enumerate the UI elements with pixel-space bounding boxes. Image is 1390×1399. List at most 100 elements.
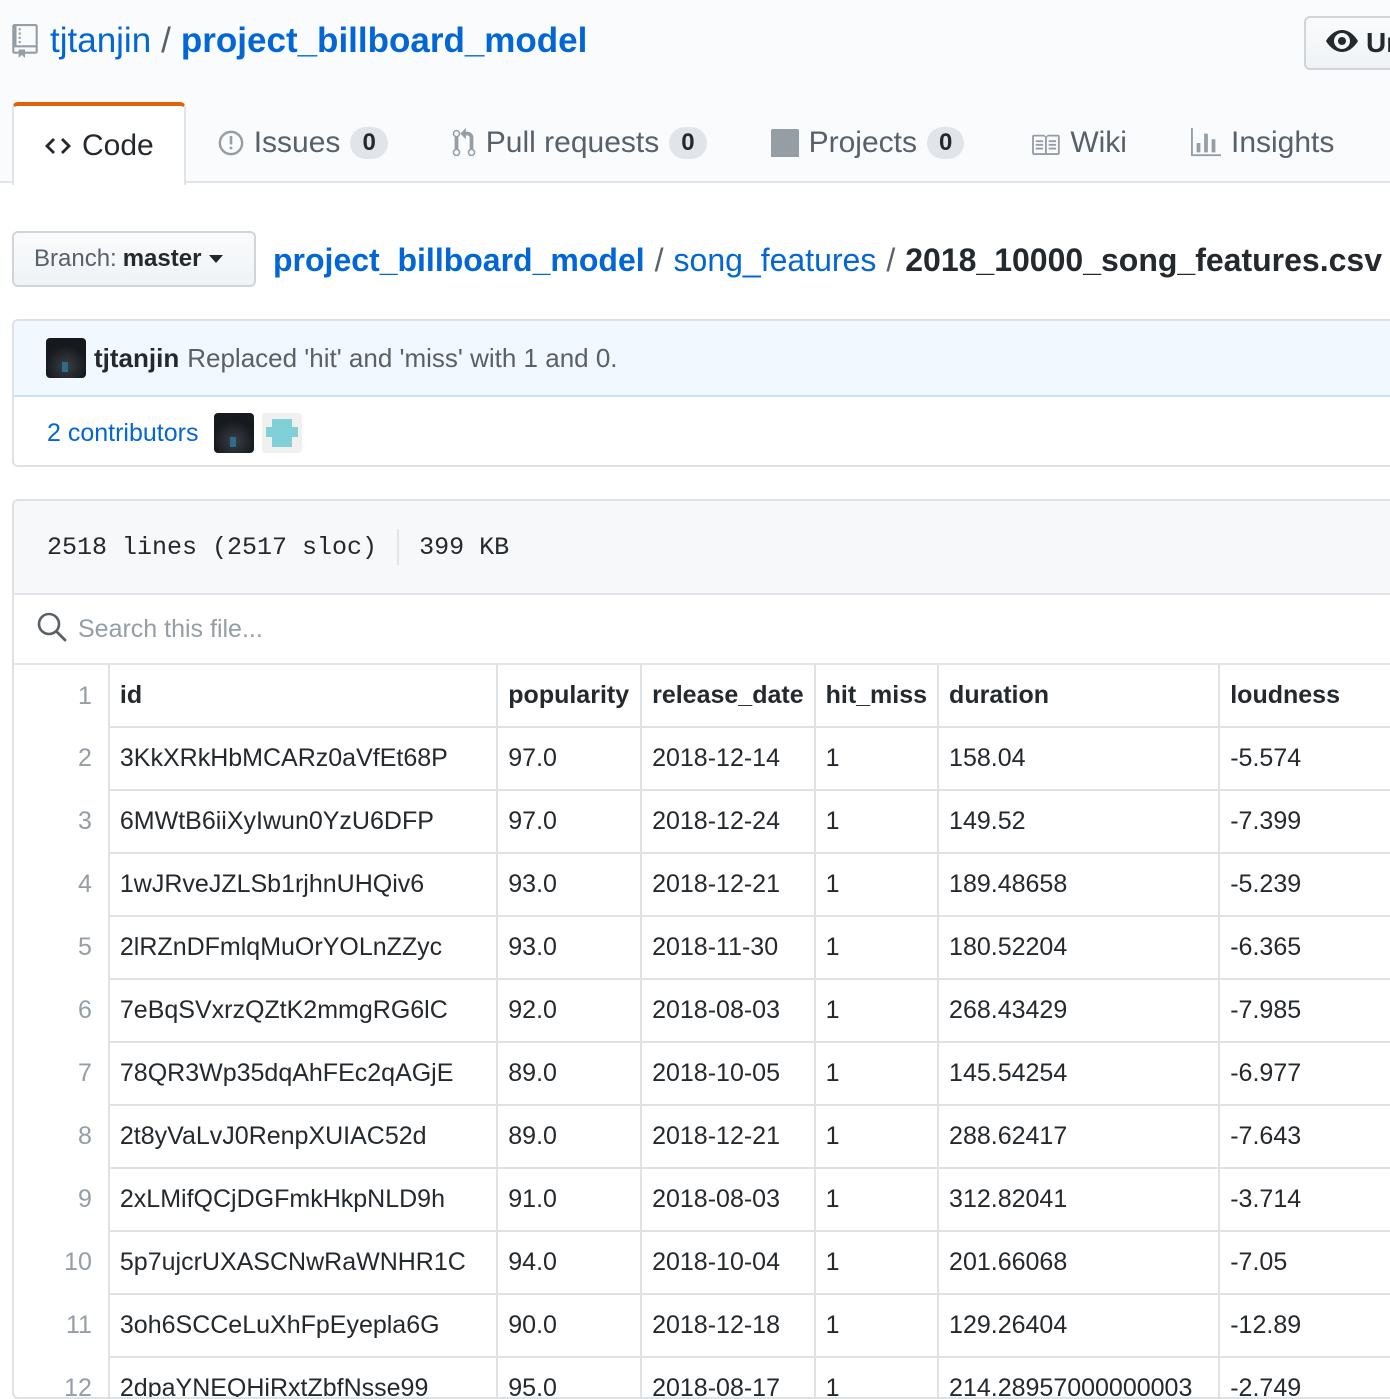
line-number[interactable]: 2 [14,727,110,790]
table-cell: 2018-12-18 [640,1293,816,1358]
table-cell: 90.0 [496,1293,643,1358]
table-cell: 2018-11-30 [640,915,816,980]
breadcrumb-file-name: 2018_10000_song_features.csv [905,241,1382,278]
table-cell: 1wJRveJZLSb1rjhnUHQiv6 [107,852,499,917]
line-number[interactable]: 6 [14,979,110,1042]
table-cell: 3oh6SCCeLuXhFpEyepla6G [107,1293,499,1358]
commit-box: tjtanjin Replaced 'hit' and 'miss' with … [12,319,1390,467]
table-row: 9 2xLMifQCjDGFmkHkpNLD9h 91.0 2018-08-03 1 31… [14,1167,1390,1232]
line-number[interactable]: 9 [14,1168,110,1231]
tab-code[interactable]: Code [12,102,186,185]
table-cell: 2018-12-21 [640,852,816,917]
table-cell: -6.365 [1218,915,1390,980]
contributor-avatar[interactable] [214,413,255,453]
file-header: 2518 lines (2517 sloc) 399 KB [14,501,1390,595]
table-cell: 91.0 [496,1167,643,1232]
contributors-row: 2 contributors [14,397,1390,465]
table-cell: 6MWtB6iiXyIwun0YzU6DFP [107,789,499,854]
tab-insights[interactable]: Insights [1190,102,1335,183]
line-number[interactable]: 12 [14,1357,110,1397]
line-number[interactable]: 11 [14,1294,110,1357]
table-cell: 201.66068 [937,1230,1221,1295]
table-cell: -7.399 [1218,789,1390,854]
repo-name-link[interactable]: project_billboard_model [181,21,587,61]
tab-insights-label: Insights [1230,125,1335,159]
table-cell: 93.0 [496,852,643,917]
column-header: loudness [1218,665,1390,728]
tab-issues[interactable]: Issues 0 [218,102,388,183]
table-cell: 93.0 [496,915,643,980]
issue-opened-icon [218,130,244,156]
table-row: 12 2dpaYNEQHiRxtZbfNsse99 95.0 2018-08-17 1 2… [14,1356,1390,1397]
git-pull-request-icon [452,127,476,158]
table-cell: -7.05 [1218,1230,1390,1295]
line-number[interactable]: 5 [14,916,110,979]
line-number[interactable]: 10 [14,1231,110,1294]
table-cell: -7.985 [1218,978,1390,1043]
table-cell: 1 [813,1104,940,1169]
table-cell: 97.0 [496,727,643,791]
table-cell: 1 [813,1356,940,1397]
table-row: 6 7eBqSVxrzQZtK2mmgRG6lC 92.0 2018-08-03 1 26… [14,978,1390,1043]
table-cell: 2018-12-14 [640,727,816,791]
table-cell: 97.0 [496,789,643,854]
table-row: 7 78QR3Wp35dqAhFEc2qAGjE 89.0 2018-10-05 1 14… [14,1041,1390,1106]
file-search-bar [14,595,1390,665]
tab-projects-label: Projects [808,125,917,159]
column-header: release_date [640,665,816,728]
branch-prefix: Branch: [34,245,117,272]
table-cell: 2018-10-05 [640,1041,816,1106]
table-row: 4 1wJRveJZLSb1rjhnUHQiv6 93.0 2018-12-21 1 18… [14,852,1390,917]
repo-owner-link[interactable]: tjtanjin [50,21,151,61]
table-cell: 2lRZnDFmlqMuOrYOLnZZyc [107,915,499,980]
line-number[interactable]: 7 [14,1042,110,1105]
table-row: 11 3oh6SCCeLuXhFpEyepla6G 90.0 2018-12-18 1 1… [14,1293,1390,1358]
table-row: 10 5p7ujcrUXASCNwRaWNHR1C 94.0 2018-10-04 1 2… [14,1230,1390,1295]
table-cell: 180.52204 [937,915,1221,980]
search-input[interactable] [76,613,580,645]
column-header: popularity [496,665,643,728]
line-number[interactable]: 8 [14,1105,110,1168]
table-cell: 7eBqSVxrzQZtK2mmgRG6lC [107,978,499,1043]
table-cell: -5.239 [1218,852,1390,917]
table-cell: 145.54254 [937,1041,1221,1106]
breadcrumb: project_billboard_model / song_features … [273,238,1382,282]
table-row: 3 6MWtB6iiXyIwun0YzU6DFP 97.0 2018-12-24 1 14… [14,789,1390,854]
tab-pull-requests[interactable]: Pull requests 0 [452,102,707,183]
tab-wiki[interactable]: Wiki [1030,102,1127,183]
file-size: 399 KB [419,532,510,562]
watch-button[interactable]: Ur [1304,16,1390,70]
table-cell: 1 [813,915,940,980]
branch-select-button[interactable]: Branch: master [12,231,256,287]
avatar[interactable] [46,338,86,378]
contributor-avatar[interactable] [262,413,303,453]
table-cell: 2018-10-04 [640,1230,816,1295]
table-cell: 214.28957000000003 [937,1356,1221,1397]
repo-tabs: Code Issues 0 Pull requests 0 Projects 0 [12,102,1390,185]
tab-wiki-label: Wiki [1070,125,1127,159]
table-cell: -3.714 [1218,1167,1390,1232]
breadcrumb-folder-link[interactable]: song_features [674,242,877,279]
line-number[interactable]: 1 [14,665,110,727]
table-cell: 189.48658 [937,852,1221,917]
repo-header: tjtanjin / project_billboard_model Ur Co… [0,0,1390,185]
column-header: id [107,665,499,728]
table-cell: 89.0 [496,1041,643,1106]
tab-projects[interactable]: Projects 0 [770,102,965,183]
commit-message-link[interactable]: Replaced 'hit' and 'miss' with 1 and 0. [187,343,617,374]
issues-count-badge: 0 [350,126,388,159]
contributors-link[interactable]: 2 contributors [47,419,198,448]
tab-issues-label: Issues [253,125,341,159]
search-icon [36,611,68,648]
table-cell: 1 [813,727,940,791]
table-row: 2 3KkXRkHbMCARz0aVfEt68P 97.0 2018-12-14 1 15… [14,727,1390,791]
code-icon [44,136,72,156]
file-line-count: 2518 lines (2517 sloc) [47,532,378,562]
book-icon [1030,131,1061,155]
commit-author-link[interactable]: tjtanjin [94,343,179,374]
line-number[interactable]: 3 [14,790,110,853]
breadcrumb-repo-link[interactable]: project_billboard_model [273,242,645,279]
line-number[interactable]: 4 [14,853,110,916]
breadcrumb-separator: / [654,241,664,278]
tab-code-label: Code [82,128,154,162]
